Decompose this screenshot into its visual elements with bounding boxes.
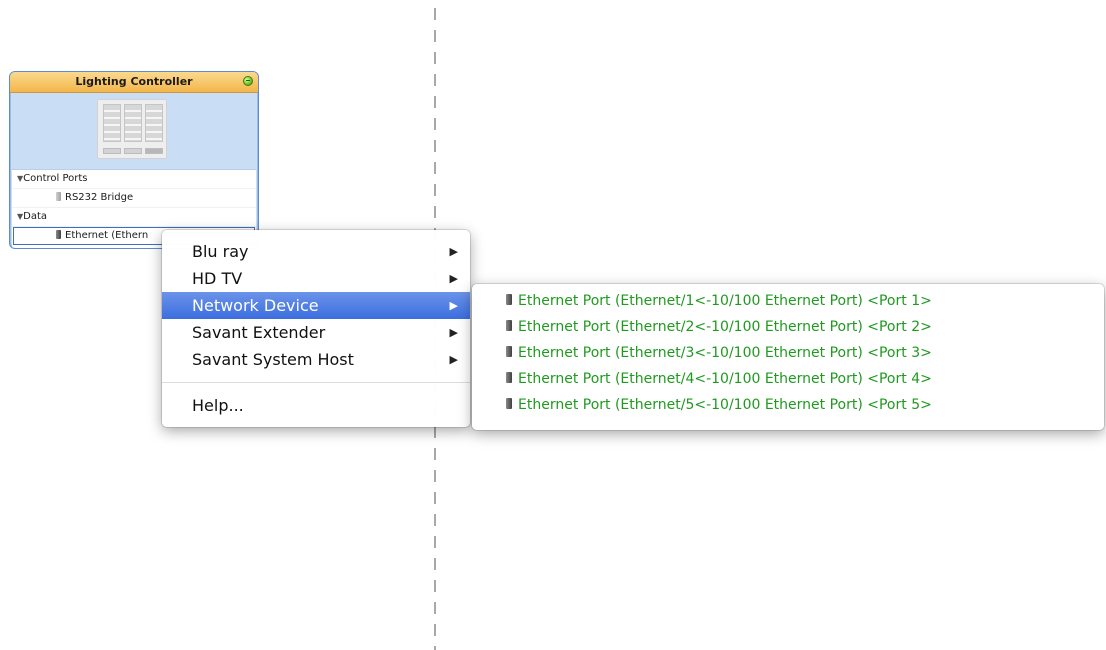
keypad-button-column: [124, 104, 142, 142]
menu-item-savant-system-host[interactable]: Savant System Host ▶: [162, 346, 470, 373]
submenu-item-label: Ethernet Port (Ethernet/2<-10/100 Ethern…: [518, 319, 932, 335]
device-image-area: [10, 93, 258, 169]
port-label: Ethernet (Ethern: [65, 230, 149, 241]
keypad-bottom-button: [145, 148, 163, 154]
submenu-item-label: Ethernet Port (Ethernet/4<-10/100 Ethern…: [518, 371, 932, 387]
submenu-arrow-icon: ▶: [449, 299, 458, 312]
ethernet-plug-icon: [506, 293, 512, 305]
submenu-item-ethernet-port-4[interactable]: Ethernet Port (Ethernet/4<-10/100 Ethern…: [472, 366, 1104, 392]
submenu-arrow-icon: ▶: [449, 353, 458, 366]
node-title: Lighting Controller: [75, 75, 193, 88]
lighting-controller-node[interactable]: Lighting Controller ▼Control Ports RS232…: [9, 71, 259, 249]
menu-item-savant-extender[interactable]: Savant Extender ▶: [162, 319, 470, 346]
serial-plug-icon: [56, 191, 61, 201]
keypad-bottom-button: [124, 148, 142, 154]
submenu-arrow-icon: ▶: [449, 326, 458, 339]
ethernet-plug-icon: [506, 371, 512, 383]
menu-item-label: Network Device: [192, 296, 319, 315]
port-rs232-bridge[interactable]: RS232 Bridge: [12, 189, 256, 208]
port-group-label: Data: [23, 211, 48, 222]
keypad-bottom-button: [103, 148, 121, 154]
keypad-button-column: [145, 104, 163, 142]
submenu-item-ethernet-port-2[interactable]: Ethernet Port (Ethernet/2<-10/100 Ethern…: [472, 314, 1104, 340]
submenu-item-ethernet-port-1[interactable]: Ethernet Port (Ethernet/1<-10/100 Ethern…: [472, 288, 1104, 314]
port-group-data[interactable]: ▼Data: [12, 208, 256, 227]
ethernet-plug-icon: [506, 397, 512, 409]
menu-item-label: Savant System Host: [192, 350, 354, 369]
ethernet-plug-icon: [506, 345, 512, 357]
submenu-item-label: Ethernet Port (Ethernet/5<-10/100 Ethern…: [518, 397, 932, 413]
status-green-icon: [243, 76, 253, 86]
menu-item-network-device[interactable]: Network Device ▶: [162, 292, 470, 319]
port-group-label: Control Ports: [23, 173, 88, 184]
menu-separator: [162, 382, 470, 383]
menu-item-label: HD TV: [192, 269, 243, 288]
menu-item-blu-ray[interactable]: Blu ray ▶: [162, 238, 470, 265]
submenu-arrow-icon: ▶: [449, 245, 458, 258]
submenu-item-label: Ethernet Port (Ethernet/1<-10/100 Ethern…: [518, 293, 932, 309]
menu-item-label: Help...: [192, 396, 244, 415]
menu-item-label: Savant Extender: [192, 323, 326, 342]
port-label: RS232 Bridge: [65, 192, 134, 203]
submenu-item-ethernet-port-3[interactable]: Ethernet Port (Ethernet/3<-10/100 Ethern…: [472, 340, 1104, 366]
menu-item-hd-tv[interactable]: HD TV ▶: [162, 265, 470, 292]
port-group-control-ports[interactable]: ▼Control Ports: [12, 170, 256, 189]
context-menu: Blu ray ▶ HD TV ▶ Network Device ▶ Savan…: [162, 230, 470, 427]
keypad-device-icon: [97, 99, 167, 159]
menu-item-help[interactable]: Help...: [162, 392, 470, 419]
submenu-item-label: Ethernet Port (Ethernet/3<-10/100 Ethern…: [518, 345, 932, 361]
node-header[interactable]: Lighting Controller: [10, 72, 258, 93]
submenu-item-ethernet-port-5[interactable]: Ethernet Port (Ethernet/5<-10/100 Ethern…: [472, 392, 1104, 418]
ethernet-plug-icon: [506, 319, 512, 331]
menu-item-label: Blu ray: [192, 242, 249, 261]
submenu-arrow-icon: ▶: [449, 272, 458, 285]
network-device-submenu: Ethernet Port (Ethernet/1<-10/100 Ethern…: [472, 284, 1104, 430]
ethernet-plug-icon: [56, 229, 61, 239]
keypad-button-column: [103, 104, 121, 142]
